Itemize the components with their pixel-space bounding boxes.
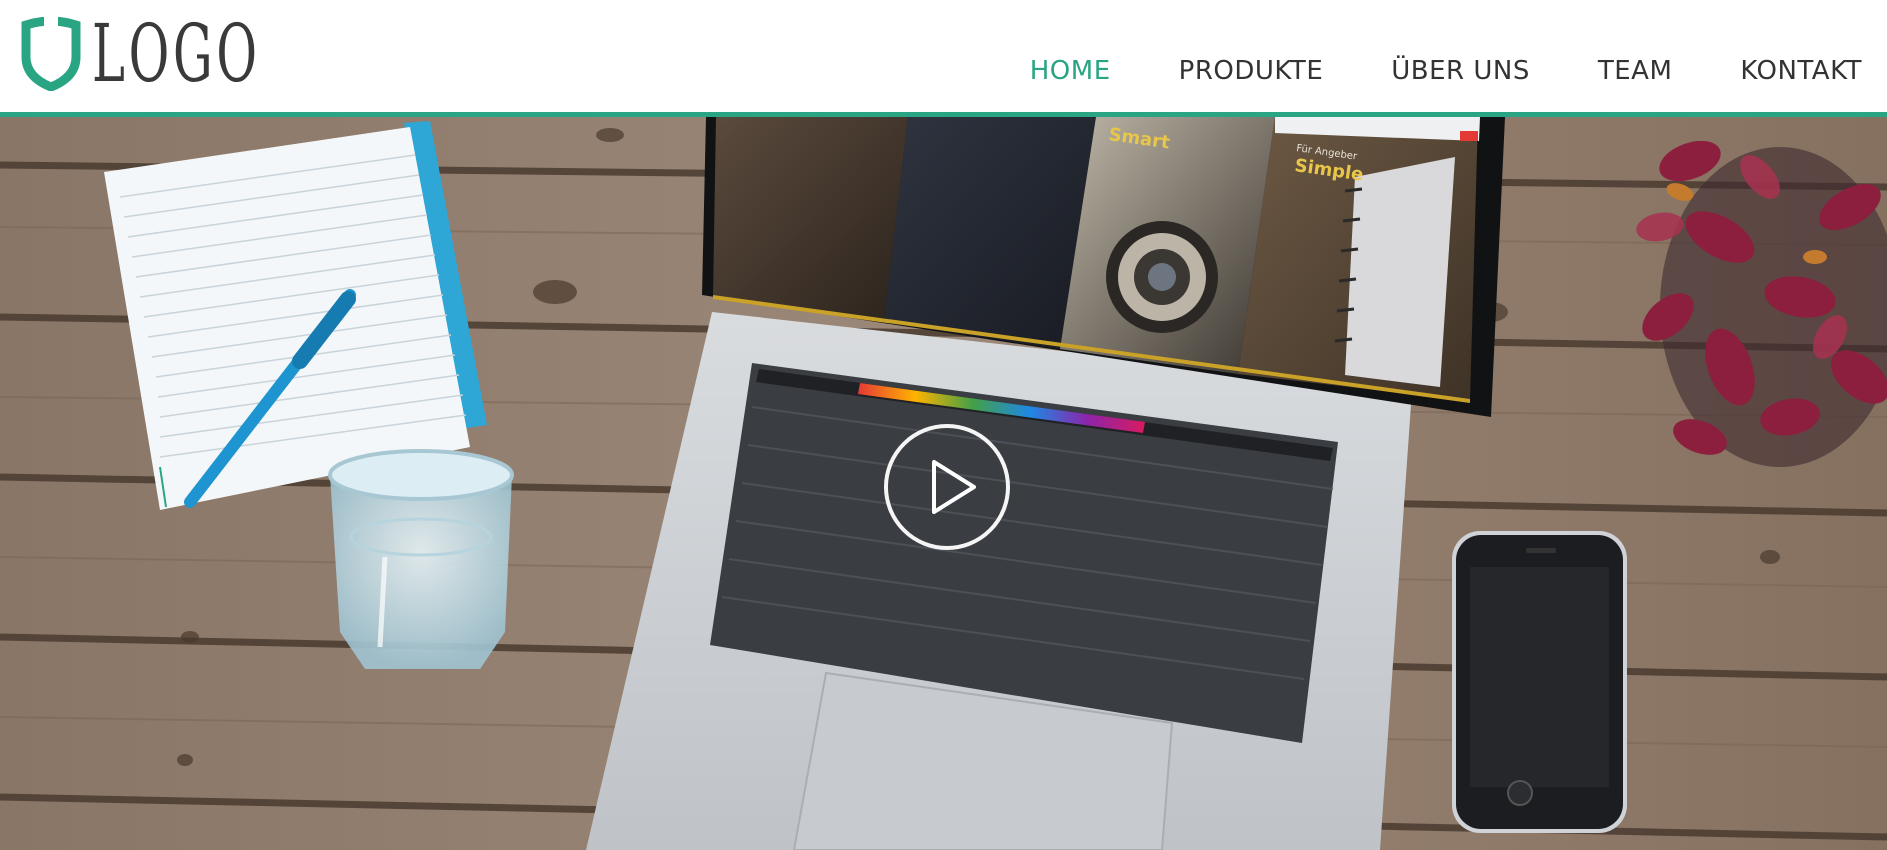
nav-item-home[interactable]: HOME xyxy=(1030,56,1111,86)
video-play-button[interactable] xyxy=(884,424,1010,550)
site-header: LOGO HOME PRODUKTE ÜBER UNS TEAM KONTAKT xyxy=(0,0,1887,112)
logo-text: LOGO xyxy=(92,7,261,100)
nav-item-produkte[interactable]: PRODUKTE xyxy=(1179,56,1324,86)
nav-item-kontakt[interactable]: KONTAKT xyxy=(1740,56,1862,86)
nav-item-team[interactable]: TEAM xyxy=(1598,56,1673,86)
nav-item-ueber-uns[interactable]: ÜBER UNS xyxy=(1391,56,1530,86)
header-divider xyxy=(0,112,1887,117)
page: LOGO HOME PRODUKTE ÜBER UNS TEAM KONTAKT xyxy=(0,0,1887,850)
shield-icon xyxy=(21,17,81,91)
play-icon xyxy=(932,460,976,514)
logo-link[interactable]: LOGO xyxy=(20,14,364,94)
main-nav: HOME PRODUKTE ÜBER UNS TEAM KONTAKT xyxy=(962,56,1862,86)
hero-section: Smart Für Angeber Simple xyxy=(0,117,1887,850)
